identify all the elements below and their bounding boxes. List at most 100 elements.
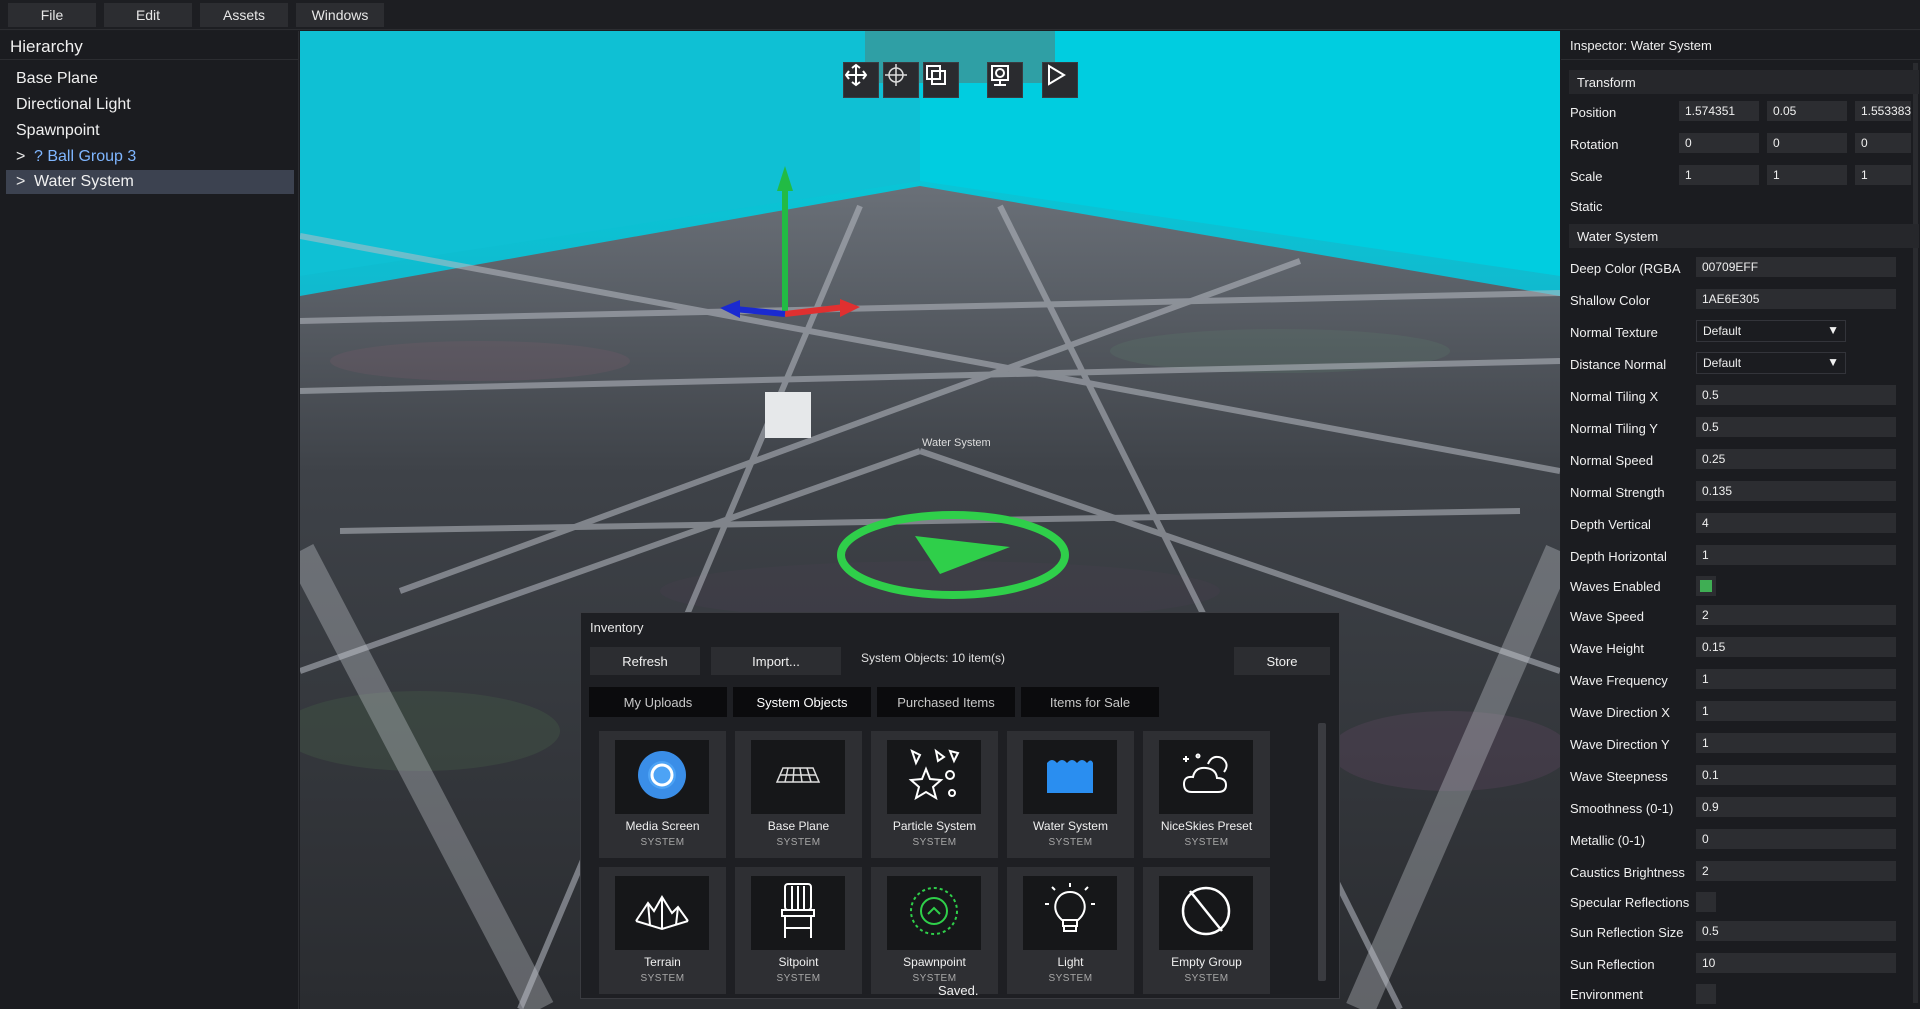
shallow-color-label: Shallow Color bbox=[1570, 293, 1651, 308]
wave-frequency-field[interactable]: 1 bbox=[1696, 669, 1896, 689]
tab-items-for-sale[interactable]: Items for Sale bbox=[1021, 687, 1159, 717]
hierarchy-item-water-system[interactable]: > Water System bbox=[6, 170, 294, 194]
item-type: SYSTEM bbox=[640, 837, 685, 848]
transform-section-header[interactable]: Transform bbox=[1569, 70, 1919, 94]
smoothness-field[interactable]: 0.9 bbox=[1696, 797, 1896, 817]
object-label: Water System bbox=[922, 437, 991, 449]
item-name: Spawnpoint bbox=[903, 955, 966, 969]
normal-tiling-x-field[interactable]: 0.5 bbox=[1696, 385, 1896, 405]
camera-tool-button[interactable] bbox=[987, 62, 1023, 98]
scale-x-field[interactable]: 1 bbox=[1679, 165, 1759, 185]
waves-enabled-checkbox[interactable] bbox=[1696, 576, 1716, 596]
menu-edit[interactable]: Edit bbox=[104, 3, 192, 27]
normal-speed-field[interactable]: 0.25 bbox=[1696, 449, 1896, 469]
distance-normal-dropdown[interactable]: Default ▼ bbox=[1696, 352, 1846, 374]
hierarchy-item-ball-group-3[interactable]: > ? Ball Group 3 bbox=[6, 145, 294, 169]
item-type: SYSTEM bbox=[1048, 837, 1093, 848]
inventory-item-light[interactable]: Light SYSTEM bbox=[1007, 867, 1134, 994]
metallic-field[interactable]: 0 bbox=[1696, 829, 1896, 849]
hierarchy-title: Hierarchy bbox=[10, 37, 83, 56]
sun-reflection-field[interactable]: 10 bbox=[1696, 953, 1896, 973]
inventory-item-terrain[interactable]: Terrain SYSTEM bbox=[599, 867, 726, 994]
inspector-scrollbar[interactable] bbox=[1913, 63, 1918, 1003]
caustics-brightness-field[interactable]: 2 bbox=[1696, 861, 1896, 881]
scale-label: Scale bbox=[1570, 169, 1603, 184]
divider bbox=[0, 59, 299, 60]
wave-speed-field[interactable]: 2 bbox=[1696, 605, 1896, 625]
inventory-scrollbar[interactable] bbox=[1318, 723, 1326, 981]
expand-chevron-icon[interactable]: > bbox=[16, 173, 34, 191]
deep-color-field[interactable]: 00709EFF bbox=[1696, 257, 1896, 277]
position-x-field[interactable]: 1.574351 bbox=[1679, 101, 1759, 121]
dropdown-value: Default bbox=[1703, 324, 1742, 338]
wave-height-label: Wave Height bbox=[1570, 641, 1644, 656]
play-button[interactable] bbox=[1042, 62, 1078, 98]
inventory-item-empty-group[interactable]: Empty Group SYSTEM bbox=[1143, 867, 1270, 994]
pivot-tool-button[interactable] bbox=[883, 62, 919, 98]
hierarchy-item-directional-light[interactable]: Directional Light bbox=[6, 93, 294, 117]
inventory-item-sitpoint[interactable]: Sitpoint SYSTEM bbox=[735, 867, 862, 994]
hierarchy-item-base-plane[interactable]: Base Plane bbox=[6, 67, 294, 91]
light-bulb-icon bbox=[1043, 882, 1097, 945]
expand-chevron-icon[interactable]: > bbox=[16, 148, 34, 166]
terrain-icon bbox=[634, 891, 690, 936]
normal-strength-field[interactable]: 0.135 bbox=[1696, 481, 1896, 501]
move-tool-button[interactable] bbox=[843, 62, 879, 98]
shallow-color-field[interactable]: 1AE6E305 bbox=[1696, 289, 1896, 309]
menu-file[interactable]: File bbox=[8, 3, 96, 27]
specular-reflections-checkbox[interactable] bbox=[1696, 892, 1716, 912]
inventory-item-media-screen[interactable]: Media Screen SYSTEM bbox=[599, 731, 726, 858]
item-type: SYSTEM bbox=[776, 837, 821, 848]
particle-system-icon bbox=[906, 747, 962, 808]
wave-height-field[interactable]: 0.15 bbox=[1696, 637, 1896, 657]
water-system-section-header[interactable]: Water System bbox=[1569, 224, 1919, 248]
normal-tiling-y-field[interactable]: 0.5 bbox=[1696, 417, 1896, 437]
rotation-y-field[interactable]: 0 bbox=[1767, 133, 1847, 153]
depth-horizontal-field[interactable]: 1 bbox=[1696, 545, 1896, 565]
hierarchy-item-spawnpoint[interactable]: Spawnpoint bbox=[6, 119, 294, 143]
normal-tiling-x-label: Normal Tiling X bbox=[1570, 389, 1659, 404]
item-count: System Objects: 10 item(s) bbox=[861, 651, 1006, 665]
store-button[interactable]: Store bbox=[1234, 647, 1330, 675]
wave-frequency-label: Wave Frequency bbox=[1570, 673, 1668, 688]
position-z-field[interactable]: 1.553383 bbox=[1855, 101, 1911, 121]
inventory-item-niceskies-preset[interactable]: NiceSkies Preset SYSTEM bbox=[1143, 731, 1270, 858]
menu-windows[interactable]: Windows bbox=[296, 3, 384, 27]
inventory-item-base-plane[interactable]: Base Plane SYSTEM bbox=[735, 731, 862, 858]
wave-direction-x-field[interactable]: 1 bbox=[1696, 701, 1896, 721]
hierarchy-item-label: Water System bbox=[34, 173, 134, 190]
caustics-brightness-label: Caustics Brightness bbox=[1570, 865, 1685, 880]
tab-my-uploads[interactable]: My Uploads bbox=[589, 687, 727, 717]
environment-checkbox[interactable] bbox=[1696, 984, 1716, 1004]
tab-purchased-items[interactable]: Purchased Items bbox=[877, 687, 1015, 717]
menu-assets[interactable]: Assets bbox=[200, 3, 288, 27]
scale-tool-button[interactable] bbox=[923, 62, 959, 98]
divider bbox=[1561, 59, 1920, 60]
rotation-x-field[interactable]: 0 bbox=[1679, 133, 1759, 153]
import-button[interactable]: Import... bbox=[711, 647, 841, 675]
item-name: Media Screen bbox=[625, 819, 700, 833]
inventory-title: Inventory bbox=[590, 620, 644, 635]
wave-steepness-field[interactable]: 0.1 bbox=[1696, 765, 1896, 785]
menu-bar: File Edit Assets Windows bbox=[0, 0, 1920, 30]
dropdown-value: Default bbox=[1703, 356, 1742, 370]
item-name: Terrain bbox=[644, 955, 681, 969]
normal-texture-label: Normal Texture bbox=[1570, 325, 1658, 340]
rotation-z-field[interactable]: 0 bbox=[1855, 133, 1911, 153]
inventory-item-water-system[interactable]: Water System SYSTEM bbox=[1007, 731, 1134, 858]
scale-y-field[interactable]: 1 bbox=[1767, 165, 1847, 185]
item-name: Light bbox=[1057, 955, 1084, 969]
depth-vertical-field[interactable]: 4 bbox=[1696, 513, 1896, 533]
tab-system-objects[interactable]: System Objects bbox=[733, 687, 871, 717]
inventory-item-particle-system[interactable]: Particle System SYSTEM bbox=[871, 731, 998, 858]
hierarchy-item-label: ? Ball Group 3 bbox=[34, 148, 137, 165]
normal-texture-dropdown[interactable]: Default ▼ bbox=[1696, 320, 1846, 342]
position-y-field[interactable]: 0.05 bbox=[1767, 101, 1847, 121]
hierarchy-panel: Hierarchy Base Plane Directional Light S… bbox=[0, 31, 299, 1009]
empty-group-icon bbox=[1178, 883, 1234, 944]
scale-z-field[interactable]: 1 bbox=[1855, 165, 1911, 185]
inventory-item-spawnpoint[interactable]: Spawnpoint SYSTEM bbox=[871, 867, 998, 994]
refresh-button[interactable]: Refresh bbox=[590, 647, 700, 675]
sun-reflection-size-field[interactable]: 0.5 bbox=[1696, 921, 1896, 941]
wave-direction-y-field[interactable]: 1 bbox=[1696, 733, 1896, 753]
